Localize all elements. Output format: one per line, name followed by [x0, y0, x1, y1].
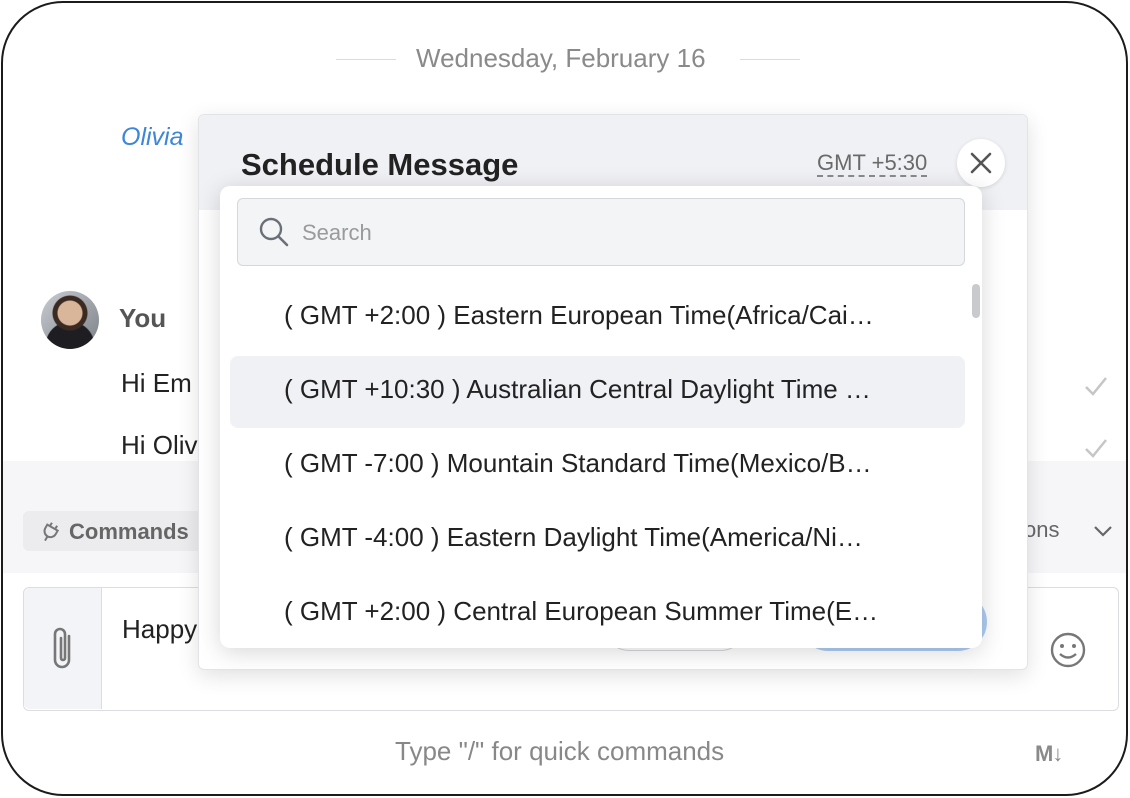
list-item[interactable]: ( GMT +10:30 ) Australian Central Daylig…	[230, 356, 965, 428]
timezone-list: ( GMT +2:00 ) Eastern European Time(Afri…	[230, 282, 965, 648]
timezone-selector[interactable]: GMT +5:30	[817, 151, 928, 177]
modal-title: Schedule Message	[241, 147, 519, 182]
search-icon	[259, 217, 289, 247]
search-input[interactable]	[302, 213, 942, 253]
plug-icon	[43, 522, 60, 542]
message-input[interactable]: Happy	[122, 614, 197, 645]
list-item[interactable]: ( GMT -4:00 ) Eastern Daylight Time(Amer…	[230, 504, 965, 576]
avatar[interactable]	[41, 291, 99, 349]
date-label: Wednesday, February 16	[416, 43, 706, 73]
paperclip-icon	[53, 627, 71, 669]
emoji-icon[interactable]	[1048, 630, 1088, 670]
scrollbar[interactable]	[972, 284, 980, 318]
date-separator: Wednesday, February 16	[3, 43, 1126, 75]
read-check-icon	[1085, 377, 1107, 396]
commands-label: Commands	[69, 519, 189, 544]
close-button[interactable]	[957, 139, 1005, 187]
markdown-icon[interactable]: M↓	[1035, 741, 1063, 767]
read-check-icon	[1085, 439, 1107, 458]
list-item[interactable]: ( GMT +2:00 ) Central European Summer Ti…	[230, 578, 965, 648]
sender-name: You	[119, 303, 167, 333]
list-item[interactable]: ( GMT -7:00 ) Mountain Standard Time(Mex…	[230, 430, 965, 502]
commands-button[interactable]: Commands	[23, 511, 213, 551]
separator-line-left	[336, 59, 396, 60]
timezone-dropdown: ( GMT +2:00 ) Eastern European Time(Afri…	[220, 186, 982, 648]
composer-hint: Type "/" for quick commands	[395, 736, 725, 766]
message-text: Hi Oliv	[121, 430, 198, 460]
chevron-down-icon[interactable]	[1091, 519, 1115, 543]
list-item[interactable]: ( GMT +2:00 ) Eastern European Time(Afri…	[230, 282, 965, 354]
search-field	[237, 198, 965, 266]
message-text: Hi Em	[121, 368, 192, 398]
close-icon	[970, 152, 992, 174]
separator-line-right	[740, 59, 800, 60]
attach-button[interactable]	[24, 588, 102, 709]
mention-link[interactable]: Olivia	[121, 123, 184, 152]
